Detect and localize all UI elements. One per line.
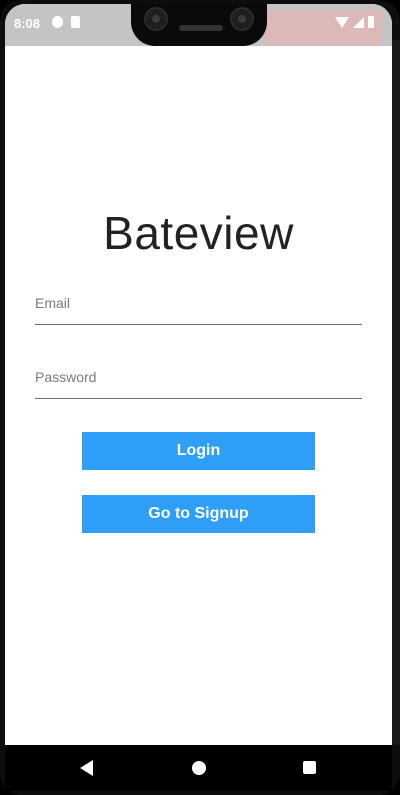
- back-icon[interactable]: [80, 760, 93, 776]
- screen: 8:08 Bateview Login Go to Signup: [5, 4, 392, 745]
- go-to-signup-button[interactable]: Go to Signup: [82, 495, 315, 533]
- sd-card-icon: [71, 16, 80, 28]
- home-icon[interactable]: [192, 761, 206, 775]
- camera-notch: [131, 4, 267, 46]
- navigation-bar: [5, 745, 392, 791]
- password-field[interactable]: [35, 362, 362, 392]
- earpiece-speaker: [179, 25, 223, 31]
- status-time: 8:08: [14, 16, 41, 31]
- wifi-icon: [335, 16, 349, 28]
- app-notification-icon: [52, 16, 63, 28]
- system-icons: [335, 16, 374, 28]
- recents-icon[interactable]: [303, 761, 316, 774]
- email-field[interactable]: [35, 288, 362, 318]
- front-camera-icon: [144, 7, 168, 31]
- login-button[interactable]: Login: [82, 432, 315, 470]
- app-title: Bateview: [103, 207, 294, 259]
- phone-frame: 8:08 Bateview Login Go to Signup: [0, 0, 400, 795]
- battery-icon: [368, 16, 374, 28]
- password-field-container: [35, 358, 362, 399]
- front-sensor-icon: [230, 7, 254, 31]
- phone-side-bezel: [392, 40, 400, 745]
- email-field-container: [35, 284, 362, 325]
- signal-icon: [353, 16, 364, 28]
